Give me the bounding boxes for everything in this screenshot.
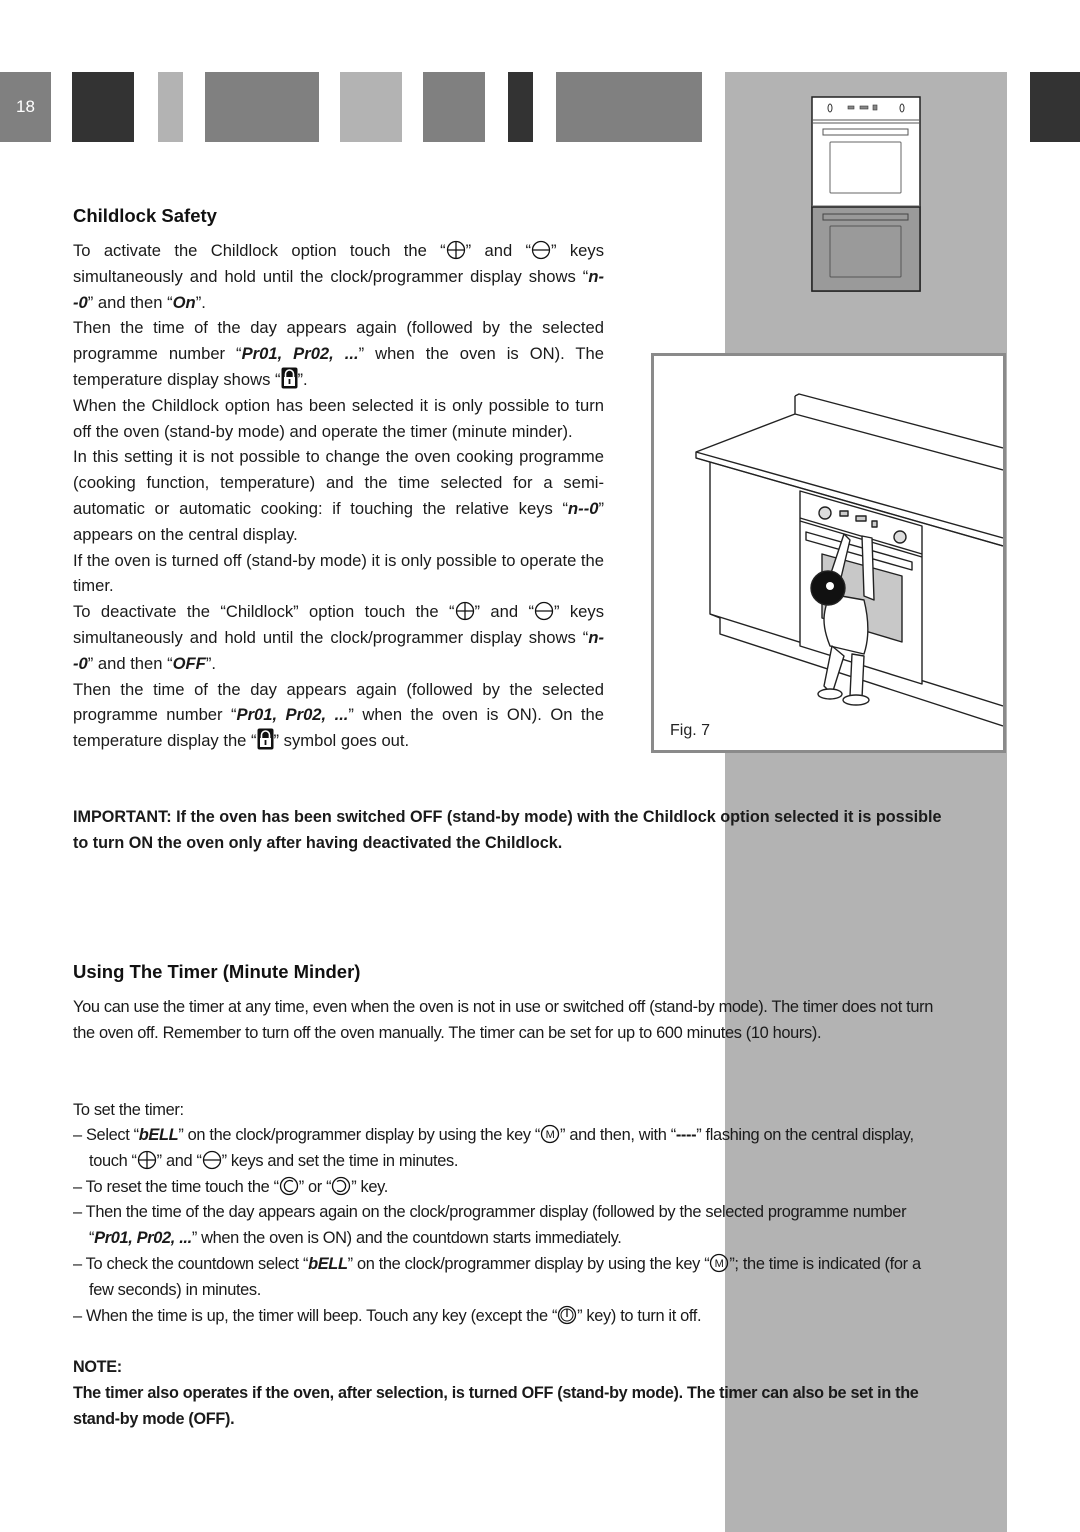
timer-steps: – Select “bELL” on the clock/programmer …: [73, 1123, 933, 1329]
minus-key-icon: [534, 601, 554, 621]
timer-step: – When the time is up, the timer will be…: [73, 1304, 933, 1330]
text: ” key) to turn it off.: [577, 1306, 702, 1325]
timer-step: – To reset the time touch the “ ” or “ ” k…: [73, 1175, 933, 1201]
text: ” and “: [156, 1151, 202, 1170]
text: ” on the clock/programmer display by usi…: [178, 1126, 541, 1144]
display-code: Pr01, Pr02, ...: [236, 705, 349, 725]
text: ” and then “: [87, 292, 173, 312]
section-title-timer: Using The Timer (Minute Minder): [73, 961, 361, 982]
timer-step: – Select “bELL” on the clock/programmer …: [73, 1123, 933, 1175]
minus-key-icon: [202, 1150, 222, 1170]
text: – To check the countdown select “: [73, 1254, 309, 1273]
text: ” when the oven is ON) and the countdown…: [191, 1229, 622, 1248]
header-block: [508, 72, 533, 142]
text: ”.: [297, 369, 308, 389]
childlock-setting-paragraph: In this setting it is not possible to ch…: [73, 444, 604, 547]
display-code: On: [172, 292, 196, 312]
childlock-activate-paragraph: To activate the Childlock option touch t…: [73, 238, 604, 315]
svg-text:M: M: [715, 1258, 724, 1270]
minus-key-icon: [531, 240, 551, 260]
text: To deactivate the “Childlock” option tou…: [73, 602, 455, 622]
display-code: n--0: [568, 498, 599, 518]
childlock-deactivated-paragraph: Then the time of the day appears again (…: [73, 677, 604, 754]
figure-7: Fig. 7: [651, 353, 1006, 753]
text: In this setting it is not possible to ch…: [73, 447, 604, 518]
text: ”.: [195, 292, 206, 312]
text: ” and then “: [87, 653, 173, 673]
section-title-childlock: Childlock Safety: [73, 205, 217, 226]
reset-right-key-icon: [331, 1176, 351, 1196]
timer-step: – To check the countdown select “bELL” o…: [73, 1252, 933, 1304]
double-oven-illustration: [811, 96, 921, 292]
text: ” and then, with “: [560, 1126, 676, 1144]
m-key-icon: M: [540, 1124, 560, 1144]
text: ” or “: [298, 1177, 332, 1196]
header-block-right: [1030, 72, 1080, 142]
header-block: [556, 72, 702, 142]
header-block: [72, 72, 134, 142]
padlock-icon: [257, 728, 274, 750]
text: – Select “: [73, 1126, 139, 1144]
page-number: 18: [0, 72, 51, 142]
text: ”.: [205, 653, 216, 673]
timer-intro: You can use the timer at any time, even …: [73, 998, 933, 1042]
padlock-icon: [281, 367, 298, 389]
power-key-icon: [557, 1305, 577, 1325]
text: ” and “: [474, 602, 534, 622]
header-block: [158, 72, 183, 142]
text: ” and “: [465, 241, 532, 260]
plus-key-icon: [455, 601, 475, 621]
display-code: Pr01, Pr02, ...: [241, 344, 359, 364]
plus-key-icon: [137, 1150, 157, 1170]
note-label: NOTE:: [73, 1358, 122, 1376]
plus-key-icon: [446, 240, 466, 260]
timer-note: NOTE: The timer also operates if the ove…: [73, 1354, 943, 1432]
text: ” on the clock/programmer display by usi…: [347, 1254, 710, 1273]
text: – When the time is up, the timer will be…: [73, 1306, 558, 1325]
m-key-icon: M: [709, 1253, 729, 1273]
header-block: [340, 72, 402, 142]
childlock-body: To activate the Childlock option touch t…: [73, 238, 604, 754]
display-code: ----: [675, 1126, 697, 1144]
text: – To reset the time touch the “: [73, 1177, 279, 1196]
childlock-activated-paragraph: Then the time of the day appears again (…: [73, 315, 604, 392]
text: ” keys and set the time in minutes.: [221, 1151, 459, 1170]
reset-left-key-icon: [279, 1176, 299, 1196]
header-block: [423, 72, 485, 142]
important-notice: IMPORTANT: If the oven has been switched…: [73, 808, 942, 852]
childlock-deactivate-paragraph: To deactivate the “Childlock” option tou…: [73, 599, 604, 676]
display-code: Pr01, Pr02, ...: [94, 1229, 192, 1248]
childlock-standby-paragraph: If the oven is turned off (stand-by mode…: [73, 550, 604, 596]
display-code: OFF: [172, 653, 206, 673]
text: ” symbol goes out.: [273, 731, 410, 751]
child-reaching-oven-illustration: [695, 393, 1003, 727]
timer-step: – Then the time of the day appears again…: [73, 1200, 933, 1252]
header-block: [205, 72, 319, 142]
childlock-restriction-paragraph: When the Childlock option has been selec…: [73, 395, 604, 441]
display-code: bELL: [138, 1126, 179, 1144]
note-text: The timer also operates if the oven, aft…: [73, 1384, 919, 1428]
text: To activate the Childlock option touch t…: [73, 241, 446, 260]
set-timer-label: To set the timer:: [73, 1101, 184, 1119]
figure-caption: Fig. 7: [670, 722, 711, 739]
display-code: bELL: [308, 1254, 348, 1273]
text: ” key.: [351, 1177, 388, 1196]
svg-text:M: M: [546, 1129, 555, 1141]
